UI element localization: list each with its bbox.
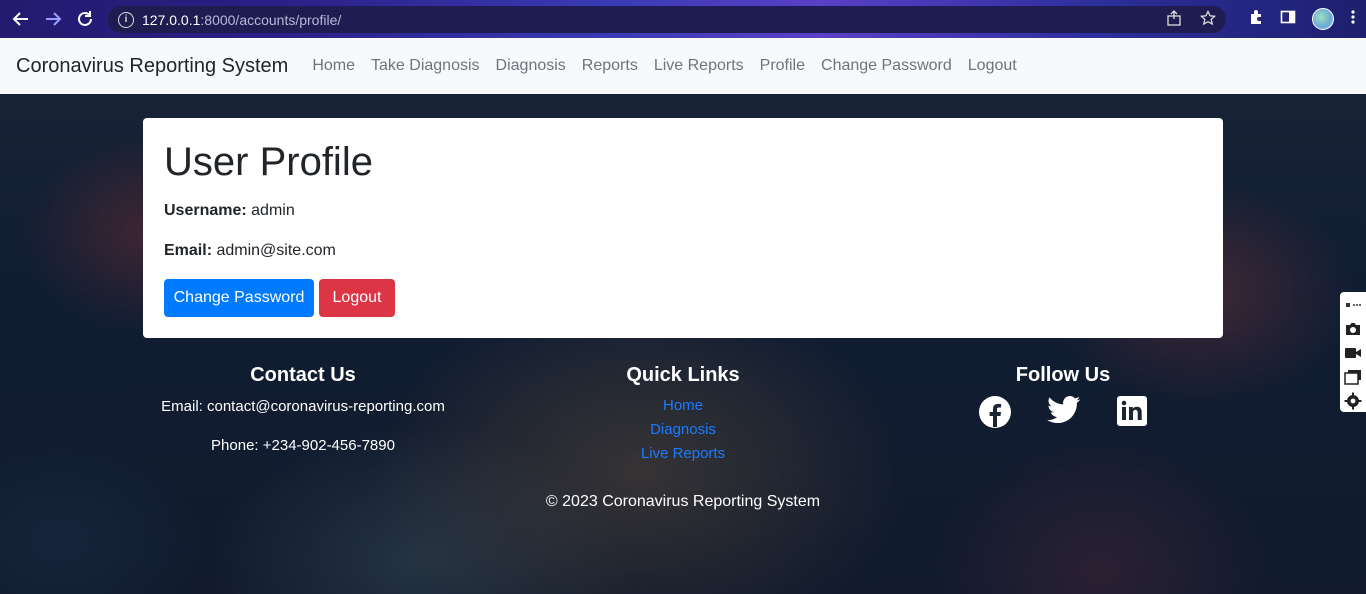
email-row: Email: admin@site.com — [164, 242, 336, 260]
toolbar-menu-icon[interactable] — [1344, 296, 1362, 314]
logout-button[interactable]: Logout — [319, 279, 395, 317]
camera-icon[interactable] — [1344, 320, 1362, 338]
footer-contact: Contact Us Email: contact@coronavirus-re… — [103, 364, 503, 454]
reload-icon[interactable] — [74, 8, 96, 30]
screen-capture-toolbar — [1340, 292, 1366, 412]
footer-link-home[interactable]: Home — [483, 394, 883, 418]
email-label: Email: — [164, 242, 213, 259]
menu-kebab-icon[interactable] — [1350, 9, 1356, 29]
nav-link-live-reports[interactable]: Live Reports — [646, 57, 752, 75]
username-row: Username: admin — [164, 202, 295, 220]
footer-quick-links: Quick Links Home Diagnosis Live Reports — [483, 364, 883, 466]
profile-avatar[interactable] — [1312, 8, 1334, 30]
side-panel-icon[interactable] — [1280, 9, 1296, 29]
nav-link-change-password[interactable]: Change Password — [813, 57, 960, 75]
navbar-brand[interactable]: Coronavirus Reporting System — [16, 55, 288, 78]
site-info-icon[interactable]: i — [118, 11, 134, 28]
address-bar[interactable]: i 127.0.0.1:8000/accounts/profile/ — [108, 6, 1226, 33]
copyright-text: © 2023 Coronavirus Reporting System — [545, 493, 821, 510]
nav-link-take-diagnosis[interactable]: Take Diagnosis — [363, 57, 488, 75]
settings-gear-icon[interactable] — [1344, 392, 1362, 410]
twitter-icon[interactable] — [1047, 396, 1081, 428]
footer-follow: Follow Us — [863, 364, 1263, 428]
extensions-puzzle-icon[interactable] — [1248, 9, 1264, 29]
contact-email: Email: contact@coronavirus-reporting.com — [161, 398, 445, 415]
share-icon[interactable] — [1166, 10, 1182, 30]
nav-link-diagnosis[interactable]: Diagnosis — [488, 57, 574, 75]
back-arrow-icon[interactable] — [10, 8, 32, 30]
profile-card: User Profile Username: admin Email: admi… — [143, 118, 1223, 338]
forward-arrow-icon[interactable] — [42, 8, 64, 30]
screens-icon[interactable] — [1344, 368, 1362, 386]
follow-heading: Follow Us — [1015, 364, 1111, 386]
nav-link-reports[interactable]: Reports — [574, 57, 646, 75]
linkedin-icon[interactable] — [1117, 396, 1147, 428]
contact-phone: Phone: +234-902-456-7890 — [211, 437, 395, 454]
url-text: 127.0.0.1:8000/accounts/profile/ — [142, 11, 342, 28]
facebook-icon[interactable] — [979, 396, 1011, 428]
page-title: User Profile — [164, 140, 373, 184]
change-password-button[interactable]: Change Password — [164, 279, 314, 317]
contact-heading: Contact Us — [250, 364, 356, 386]
footer-link-live-reports[interactable]: Live Reports — [483, 442, 883, 466]
site-navbar: Coronavirus Reporting System Home Take D… — [0, 38, 1366, 94]
browser-toolbar: i 127.0.0.1:8000/accounts/profile/ — [0, 0, 1366, 38]
quick-links-heading: Quick Links — [626, 364, 740, 386]
footer-link-diagnosis[interactable]: Diagnosis — [483, 418, 883, 442]
nav-link-home[interactable]: Home — [304, 57, 363, 75]
username-value: admin — [251, 202, 295, 219]
username-label: Username: — [164, 202, 247, 219]
bookmark-star-icon[interactable] — [1199, 9, 1217, 30]
nav-link-logout[interactable]: Logout — [960, 57, 1025, 75]
video-camera-icon[interactable] — [1344, 344, 1362, 362]
email-value: admin@site.com — [216, 242, 336, 259]
nav-link-profile[interactable]: Profile — [752, 57, 813, 75]
